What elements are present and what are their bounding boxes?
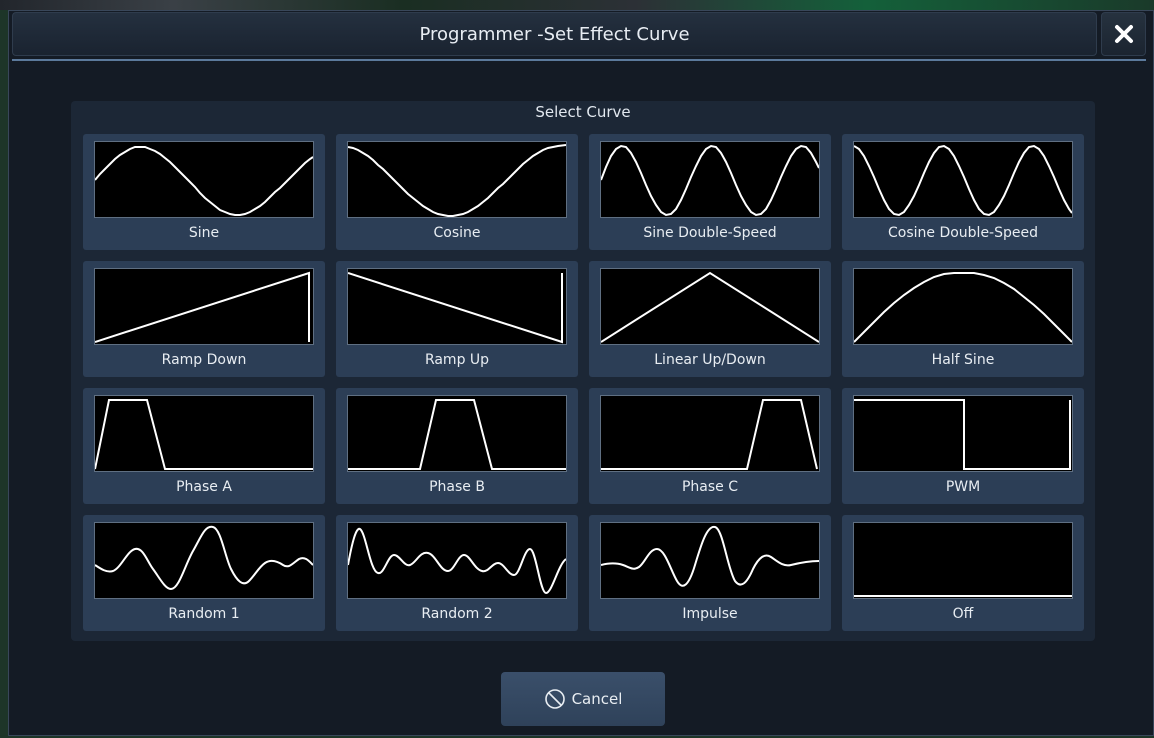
curve-preview [94, 141, 314, 218]
dialog-titlebar: Programmer -Set Effect Curve [12, 12, 1097, 56]
curve-preview [347, 141, 567, 218]
random-1-curve-icon [95, 525, 313, 591]
curve-tile-half-sine[interactable]: Half Sine [842, 261, 1084, 377]
curve-tile-pwm[interactable]: PWM [842, 388, 1084, 504]
curve-preview [94, 522, 314, 599]
curve-preview [853, 522, 1073, 599]
ramp-down-curve-icon [95, 271, 310, 343]
curve-tile-off[interactable]: Off [842, 515, 1084, 631]
curve-label: Phase C [681, 479, 739, 495]
curve-tile-random-1[interactable]: Random 1 [83, 515, 325, 631]
curve-preview [347, 395, 567, 472]
cosine-curve-icon [348, 144, 566, 217]
cancel-icon [544, 689, 565, 709]
curve-label: Sine [188, 225, 220, 241]
curve-label: Ramp Down [161, 352, 247, 368]
curve-preview [347, 522, 567, 599]
curve-preview [600, 141, 820, 218]
sine-double-speed-curve-icon [601, 144, 819, 217]
background-strip [0, 0, 1154, 10]
close-button[interactable] [1101, 12, 1146, 56]
curve-preview [347, 268, 567, 345]
curve-tile-impulse[interactable]: Impulse [589, 515, 831, 631]
title-divider [12, 59, 1146, 61]
curve-tile-phase-a[interactable]: Phase A [83, 388, 325, 504]
curve-preview [600, 268, 820, 345]
phase-c-curve-icon [601, 399, 818, 470]
cosine-double-speed-curve-icon [854, 144, 1072, 217]
curve-tile-cosine-double-speed[interactable]: Cosine Double-Speed [842, 134, 1084, 250]
curve-label: Off [952, 606, 974, 622]
pwm-curve-icon [854, 399, 1071, 470]
phase-a-curve-icon [95, 399, 313, 470]
panel-label: Select Curve [535, 103, 631, 121]
curve-tile-phase-b[interactable]: Phase B [336, 388, 578, 504]
curve-preview [853, 395, 1073, 472]
random-2-curve-icon [348, 527, 566, 595]
dialog-title: Programmer -Set Effect Curve [419, 23, 690, 45]
ramp-up-curve-icon [348, 272, 563, 344]
cancel-label: Cancel [571, 690, 623, 708]
impulse-curve-icon [601, 525, 819, 587]
curve-tile-sine[interactable]: Sine [83, 134, 325, 250]
curve-label: PWM [945, 479, 981, 495]
curve-label: Ramp Up [424, 352, 490, 368]
curve-label: Sine Double-Speed [643, 225, 777, 241]
curve-preview [853, 141, 1073, 218]
curve-label: Cosine [433, 225, 481, 241]
curve-preview [600, 522, 820, 599]
curve-label: Random 1 [168, 606, 240, 622]
phase-b-curve-icon [348, 399, 566, 470]
curve-label: Cosine Double-Speed [887, 225, 1038, 241]
curve-label: Phase A [176, 479, 232, 495]
close-icon [1114, 25, 1133, 43]
half-sine-curve-icon [854, 272, 1072, 343]
curve-tile-sine-double-speed[interactable]: Sine Double-Speed [589, 134, 831, 250]
curve-tile-ramp-up[interactable]: Ramp Up [336, 261, 578, 377]
curve-label: Impulse [682, 606, 738, 622]
curve-tile-ramp-down[interactable]: Ramp Down [83, 261, 325, 377]
curve-tile-random-2[interactable]: Random 2 [336, 515, 578, 631]
curve-preview [600, 395, 820, 472]
curve-preview [94, 268, 314, 345]
curve-label: Half Sine [931, 352, 995, 368]
curve-preview [853, 268, 1073, 345]
curve-preview [94, 395, 314, 472]
curve-label: Random 2 [421, 606, 493, 622]
curve-tile-cosine[interactable]: Cosine [336, 134, 578, 250]
curve-tile-linear-up-down[interactable]: Linear Up/Down [589, 261, 831, 377]
curve-tile-phase-c[interactable]: Phase C [589, 388, 831, 504]
sine-curve-icon [95, 146, 313, 216]
curve-label: Linear Up/Down [654, 352, 766, 368]
linear-up-down-curve-icon [601, 271, 819, 343]
off-curve-icon [854, 595, 1072, 597]
curve-label: Phase B [429, 479, 485, 495]
cancel-button[interactable]: Cancel [501, 672, 665, 726]
